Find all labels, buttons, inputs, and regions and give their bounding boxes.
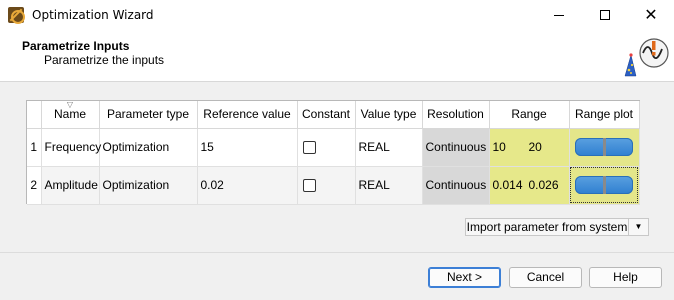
parameter-type-cell[interactable]: Optimization (99, 128, 198, 167)
name-cell[interactable]: Frequency (41, 128, 101, 167)
resolution-cell[interactable]: Continuous (422, 128, 490, 167)
range-plot-cell[interactable] (569, 166, 640, 205)
next-button[interactable]: Next > (428, 267, 501, 288)
value-type-cell[interactable]: REAL (355, 128, 423, 167)
wizard-header: Parametrize Inputs Parametrize the input… (0, 30, 674, 82)
range-cell[interactable]: 10 20 (489, 128, 570, 167)
footer-divider (0, 252, 674, 253)
range-cell[interactable]: 0.014 0.026 (489, 166, 570, 205)
cancel-button[interactable]: Cancel (509, 267, 582, 288)
app-icon (8, 7, 25, 24)
constant-checkbox[interactable] (302, 179, 316, 193)
resolution-cell[interactable]: Continuous (422, 166, 490, 205)
range-max: 20 (528, 140, 542, 154)
close-icon: ✕ (644, 5, 658, 24)
minimize-icon (554, 14, 564, 16)
parameter-type-cell[interactable]: Optimization (99, 166, 198, 205)
column-header-name[interactable]: ▽ Name (41, 100, 100, 129)
column-header-range[interactable]: Range (489, 101, 570, 129)
parameter-table: ▽ Name Parameter type Reference value Con… (26, 100, 640, 205)
reference-value-cell[interactable]: 0.02 (197, 166, 298, 205)
constant-cell[interactable] (297, 166, 356, 205)
range-min: 10 (492, 140, 506, 154)
column-header-resolution[interactable]: Resolution (422, 101, 490, 129)
import-parameter-button[interactable]: Import parameter from system (465, 218, 629, 236)
column-header-range-plot[interactable]: Range plot (569, 101, 640, 129)
constant-checkbox[interactable] (302, 141, 316, 155)
name-cell[interactable]: Amplitude (41, 166, 100, 205)
chevron-down-icon: ▼ (634, 222, 643, 231)
import-dropdown-button[interactable]: ▼ (629, 218, 649, 236)
page-title: Parametrize Inputs (22, 39, 130, 53)
help-button[interactable]: Help (589, 267, 662, 288)
range-min: 0.014 (492, 178, 523, 192)
column-header-reference-value[interactable]: Reference value (197, 101, 298, 129)
close-button[interactable]: ✕ (628, 0, 674, 30)
sort-indicator-icon: ▽ (66, 100, 74, 109)
minimize-button[interactable] (536, 0, 582, 30)
constant-cell[interactable] (297, 128, 356, 167)
column-header-parameter-type[interactable]: Parameter type (99, 101, 198, 129)
range-slider[interactable] (575, 176, 633, 194)
range-plot-cell[interactable] (569, 128, 640, 167)
title-bar: Optimization Wizard ✕ (0, 0, 674, 30)
range-max: 0.026 (528, 178, 559, 192)
reference-value-cell[interactable]: 15 (197, 128, 298, 167)
table-row[interactable]: 1 Frequency Optimization 15 REAL Continu… (27, 128, 640, 167)
table-row[interactable]: 2 Amplitude Optimization 0.02 REAL Conti… (27, 166, 640, 205)
range-slider-handle[interactable] (603, 176, 606, 194)
row-number-header (27, 101, 42, 129)
page-subtitle: Parametrize the inputs (44, 53, 165, 67)
table-header-row: ▽ Name Parameter type Reference value Con… (27, 100, 640, 129)
maximize-icon (600, 10, 610, 20)
window-title: Optimization Wizard (32, 8, 154, 22)
range-slider[interactable] (575, 138, 633, 156)
range-slider-handle[interactable] (603, 138, 606, 156)
column-header-value-type[interactable]: Value type (355, 101, 423, 129)
value-type-cell[interactable]: REAL (355, 166, 423, 205)
wizard-icon (624, 38, 669, 77)
maximize-button[interactable] (582, 0, 628, 30)
column-header-constant[interactable]: Constant (297, 101, 356, 129)
row-number: 2 (27, 166, 42, 205)
row-number: 1 (27, 128, 42, 167)
